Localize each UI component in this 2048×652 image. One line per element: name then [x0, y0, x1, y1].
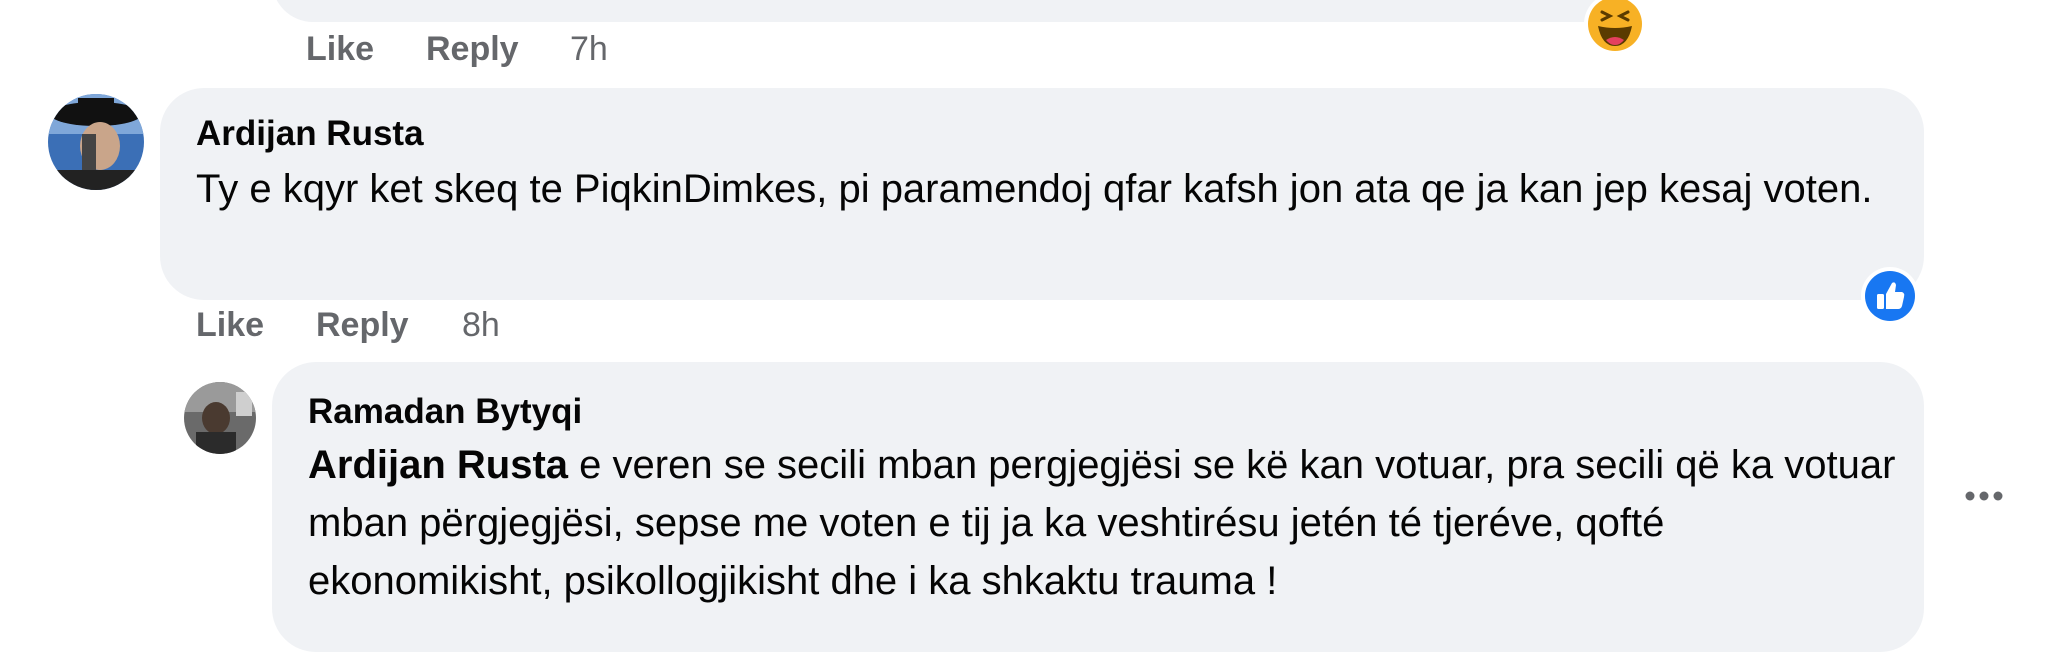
avatar[interactable] — [48, 94, 144, 190]
reply-button[interactable]: Reply — [426, 30, 519, 69]
comment-timestamp: 8h — [462, 306, 500, 344]
comment-timestamp: 7h — [570, 30, 608, 68]
more-options-icon[interactable] — [1964, 488, 2004, 504]
mention-link[interactable]: Ardijan Rusta — [308, 443, 568, 487]
like-button[interactable]: Like — [196, 306, 264, 345]
like-button[interactable]: Like — [306, 30, 374, 69]
haha-reaction-icon[interactable] — [1582, 0, 1648, 58]
comment-text: Ty e kqyr ket skeq te PiqkinDimkes, pi p… — [196, 167, 1873, 211]
reply-button[interactable]: Reply — [316, 306, 409, 345]
previous-comment-bubble — [272, 0, 1624, 22]
comment-author[interactable]: Ardijan Rusta — [196, 114, 424, 154]
avatar[interactable] — [184, 382, 256, 454]
like-reaction-icon[interactable] — [1860, 266, 1920, 326]
reply-author[interactable]: Ramadan Bytyqi — [308, 392, 582, 432]
reply-text: Ardijan Rusta e veren se secili mban per… — [308, 436, 1908, 610]
